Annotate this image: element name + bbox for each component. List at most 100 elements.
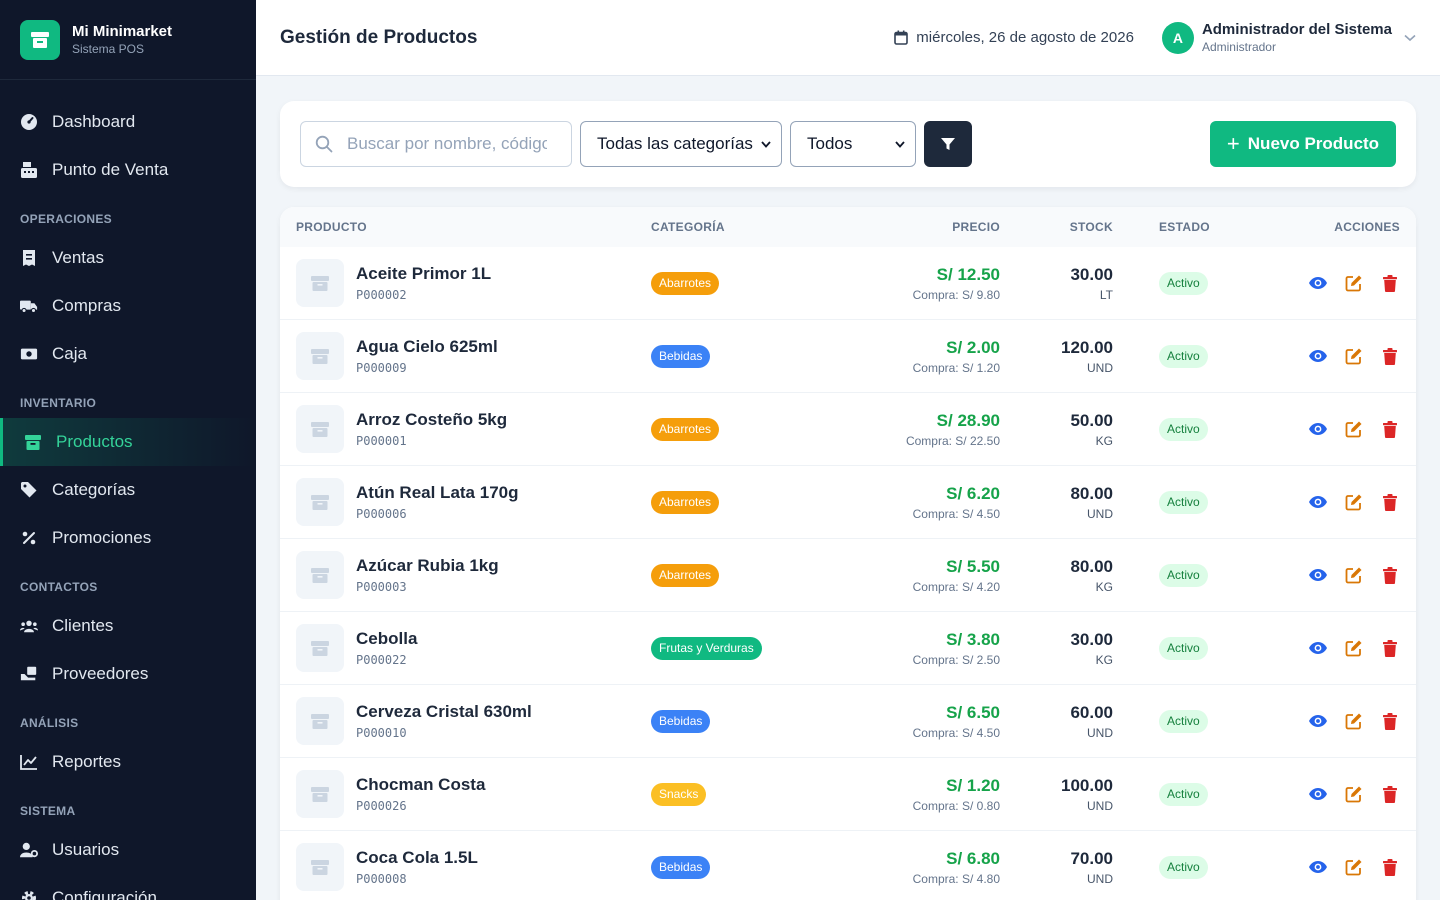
sale-price: S/ 1.20	[946, 775, 1000, 795]
brand-name: Mi Minimarket	[72, 23, 173, 40]
cash-register-icon	[20, 161, 38, 179]
search-box[interactable]	[300, 121, 572, 167]
box-icon	[311, 349, 329, 364]
tags-icon	[20, 481, 38, 499]
delete-button[interactable]	[1380, 346, 1400, 366]
user-menu[interactable]: A Administrador del Sistema Administrado…	[1161, 21, 1416, 54]
box-icon	[24, 433, 42, 451]
sidebar-item-label: Configuración	[52, 888, 157, 900]
view-button[interactable]	[1308, 346, 1328, 366]
sale-price: S/ 6.50	[946, 702, 1000, 722]
chevron-down-icon	[1404, 34, 1416, 41]
edit-icon	[1345, 859, 1362, 876]
view-button[interactable]	[1308, 857, 1328, 877]
view-button[interactable]	[1308, 419, 1328, 439]
delete-button[interactable]	[1380, 492, 1400, 512]
view-button[interactable]	[1308, 784, 1328, 804]
view-button[interactable]	[1308, 638, 1328, 658]
box-icon	[311, 641, 329, 656]
date-text: miércoles, 26 de agosto de 2026	[916, 29, 1134, 46]
product-code: P000022	[356, 653, 407, 667]
sidebar-item-configuracion[interactable]: Configuración	[0, 874, 256, 900]
header-producto[interactable]: PRODUCTO	[280, 220, 651, 234]
sidebar: Mi Minimarket Sistema POS Dashboard Punto…	[0, 0, 256, 900]
edit-button[interactable]	[1344, 857, 1364, 877]
category-badge: Abarrotes	[651, 417, 720, 441]
product-name: Aceite Primor 1L	[356, 264, 492, 283]
category-select[interactable]: Todas las categorías	[580, 121, 782, 167]
stock-unit: LT	[1099, 287, 1113, 302]
sidebar-item-label: Promociones	[52, 528, 152, 547]
product-code: P000006	[356, 507, 407, 521]
edit-icon	[1345, 275, 1362, 292]
view-button[interactable]	[1308, 711, 1328, 731]
edit-button[interactable]	[1344, 565, 1364, 585]
sidebar-item-compras[interactable]: Compras	[0, 282, 256, 330]
sidebar-item-proveedores[interactable]: Proveedores	[0, 650, 256, 698]
nav-section-label: OPERACIONES	[20, 212, 112, 226]
header-categoria[interactable]: CATEGORÍA	[651, 220, 840, 234]
sidebar-item-dashboard[interactable]: Dashboard	[0, 98, 256, 146]
sidebar-item-promociones[interactable]: Promociones	[0, 514, 256, 562]
header-precio[interactable]: PRECIO	[840, 220, 1000, 234]
edit-button[interactable]	[1344, 492, 1364, 512]
product-code: P000003	[356, 580, 407, 594]
delete-button[interactable]	[1380, 273, 1400, 293]
sale-price: S/ 6.20	[946, 483, 1000, 503]
delete-button[interactable]	[1380, 857, 1400, 877]
sidebar-item-punto-de-venta[interactable]: Punto de Venta	[0, 146, 256, 194]
sidebar-item-ventas[interactable]: Ventas	[0, 234, 256, 282]
filter-button[interactable]	[924, 121, 972, 167]
status-badge: Activo	[1159, 636, 1208, 660]
delete-button[interactable]	[1380, 565, 1400, 585]
delete-button[interactable]	[1380, 638, 1400, 658]
view-button[interactable]	[1308, 273, 1328, 293]
stock-qty: 60.00	[1070, 702, 1113, 722]
edit-button[interactable]	[1344, 419, 1364, 439]
product-image-placeholder	[296, 332, 344, 380]
sidebar-item-clientes[interactable]: Clientes	[0, 602, 256, 650]
edit-button[interactable]	[1344, 638, 1364, 658]
product-name: Agua Cielo 625ml	[356, 337, 498, 356]
stock-unit: UND	[1087, 871, 1113, 886]
edit-button[interactable]	[1344, 784, 1364, 804]
delete-button[interactable]	[1380, 711, 1400, 731]
new-product-button[interactable]: + Nuevo Producto	[1210, 121, 1396, 167]
gear-icon	[20, 889, 38, 900]
status-select-value: Todos	[807, 134, 853, 153]
edit-icon	[1345, 786, 1362, 803]
search-input[interactable]	[347, 134, 547, 154]
new-product-label: Nuevo Producto	[1247, 134, 1380, 153]
sidebar-item-usuarios[interactable]: Usuarios	[0, 826, 256, 874]
header-stock[interactable]: STOCK	[1000, 220, 1113, 234]
chevron-down-icon	[895, 140, 905, 148]
view-button[interactable]	[1308, 565, 1328, 585]
stock-unit: KG	[1095, 579, 1113, 594]
edit-button[interactable]	[1344, 711, 1364, 731]
table-row: Atún Real Lata 170g P000006 Abarrotes S/ 6.…	[280, 466, 1416, 539]
edit-button[interactable]	[1344, 346, 1364, 366]
edit-button[interactable]	[1344, 273, 1364, 293]
sidebar-item-label: Clientes	[52, 616, 114, 635]
sidebar-item-label: Reportes	[52, 752, 121, 771]
header-estado[interactable]: ESTADO	[1113, 220, 1258, 234]
delete-button[interactable]	[1380, 784, 1400, 804]
sidebar-item-reportes[interactable]: Reportes	[0, 738, 256, 786]
product-code: P000026	[356, 799, 407, 813]
stock-qty: 70.00	[1070, 848, 1113, 868]
table-header: PRODUCTO CATEGORÍA PRECIO STOCK ESTADO A…	[280, 207, 1416, 247]
sidebar-item-label: Caja	[52, 344, 87, 363]
sidebar-item-categorias[interactable]: Categorías	[0, 466, 256, 514]
product-image-placeholder	[296, 478, 344, 526]
delete-button[interactable]	[1380, 419, 1400, 439]
category-badge: Bebidas	[651, 709, 711, 733]
header-acciones: ACCIONES	[1334, 220, 1400, 234]
sidebar-item-productos[interactable]: Productos	[0, 418, 256, 466]
box-icon	[311, 568, 329, 583]
status-badge: Activo	[1159, 782, 1208, 806]
sale-price: S/ 2.00	[946, 337, 1000, 357]
view-button[interactable]	[1308, 492, 1328, 512]
status-select[interactable]: Todos	[790, 121, 916, 167]
sidebar-item-caja[interactable]: Caja	[0, 330, 256, 378]
product-image-placeholder	[296, 843, 344, 891]
